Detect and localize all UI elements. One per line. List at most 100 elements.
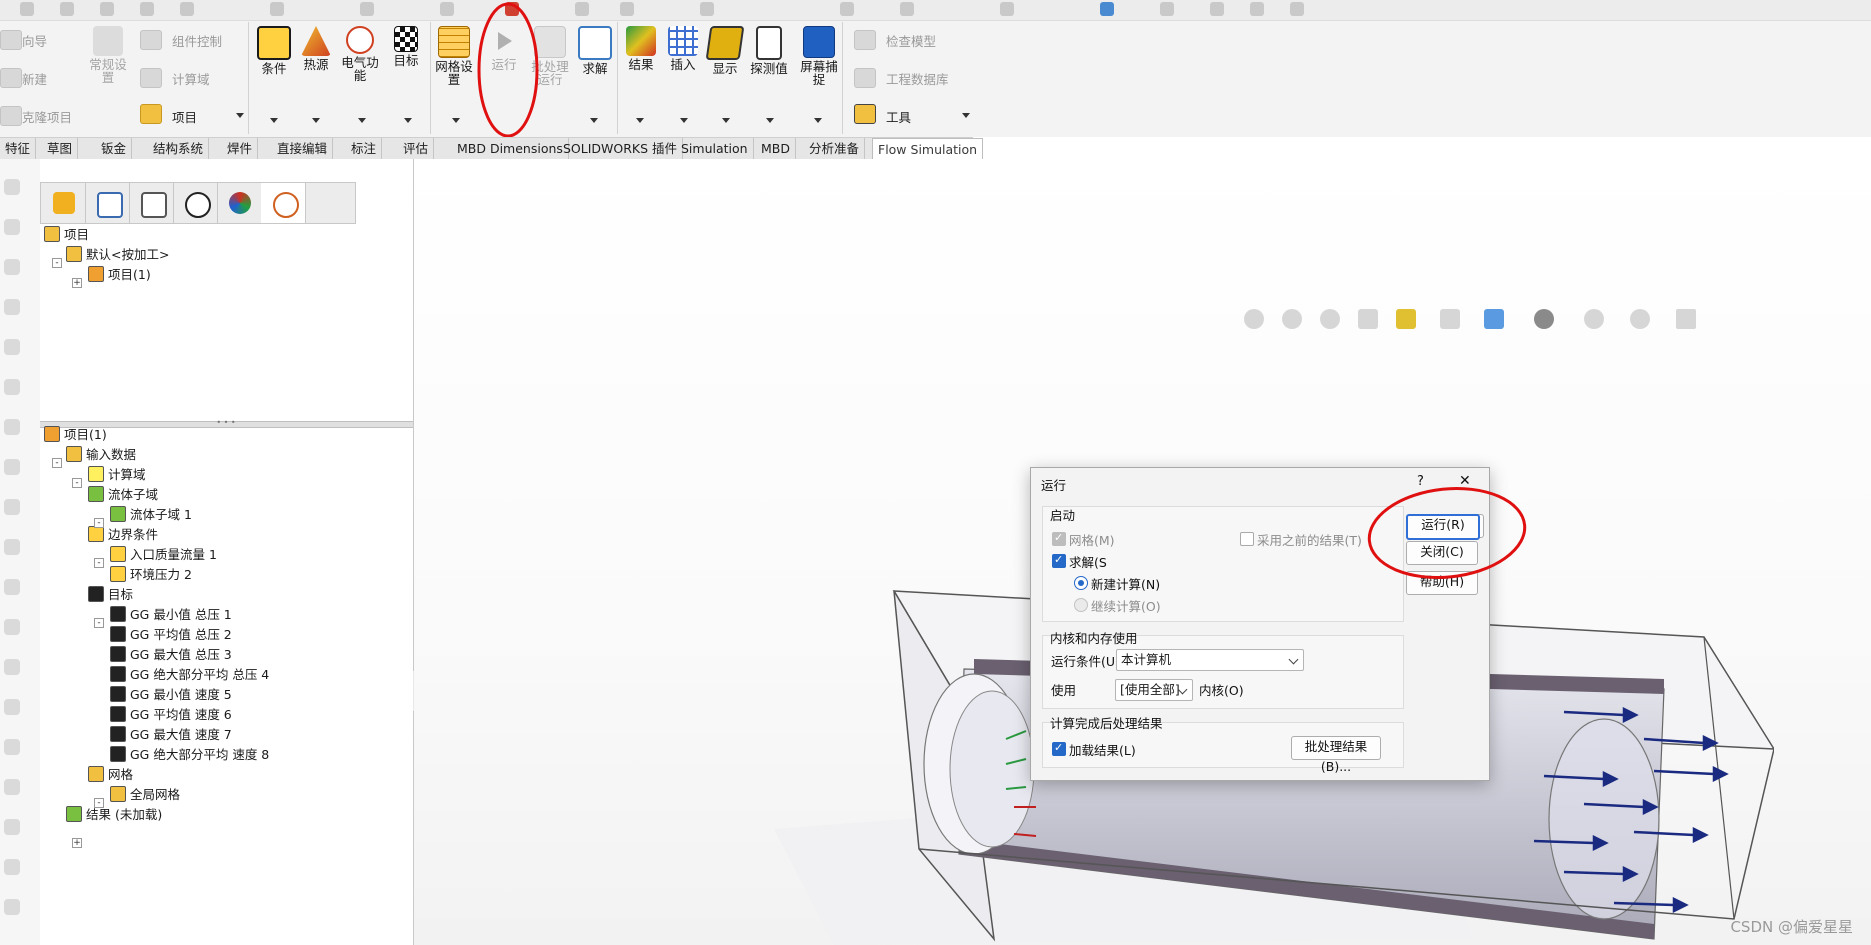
expand-icon[interactable]: + bbox=[72, 838, 82, 848]
screen-capture-button[interactable]: 屏幕捕 捉 bbox=[799, 26, 839, 86]
tool-icon[interactable] bbox=[4, 339, 20, 355]
tab-features[interactable]: 特征 bbox=[0, 138, 37, 160]
chevron-down-icon[interactable] bbox=[358, 118, 366, 123]
tools-button[interactable]: 工具 bbox=[886, 107, 911, 126]
probe-button[interactable]: 探测值 bbox=[749, 26, 789, 75]
collapse-icon[interactable]: - bbox=[52, 458, 62, 468]
dynamic-annotation-icon[interactable] bbox=[1396, 309, 1416, 329]
tree-item[interactable]: 项目 bbox=[44, 226, 89, 244]
load-results-checkbox[interactable] bbox=[1052, 741, 1066, 756]
tool-icon[interactable] bbox=[4, 659, 20, 675]
tree-item[interactable]: 网格 bbox=[88, 766, 133, 784]
tree-item[interactable]: GG 绝大部分平均 速度 8 bbox=[110, 746, 269, 764]
mesh-checkbox[interactable] bbox=[1052, 531, 1066, 546]
use-previous-results-checkbox[interactable] bbox=[1240, 532, 1254, 546]
tool-icon[interactable] bbox=[4, 579, 20, 595]
tree-item[interactable]: 入口质量流量 1 bbox=[110, 546, 217, 564]
conditions-button[interactable]: 条件 bbox=[254, 26, 294, 75]
hide-show-eye-icon[interactable] bbox=[1534, 309, 1554, 329]
tree-item[interactable]: 流体子域 bbox=[88, 486, 158, 504]
tab-flow-simulation[interactable]: Flow Simulation bbox=[872, 138, 984, 161]
zoom-area-icon[interactable] bbox=[1282, 309, 1302, 329]
chevron-down-icon[interactable] bbox=[404, 118, 412, 123]
tree-item[interactable]: 结果 (未加载) bbox=[66, 806, 162, 824]
toolbar-icon[interactable] bbox=[270, 2, 284, 16]
view-settings-monitor-icon[interactable] bbox=[1676, 309, 1696, 329]
new-project-button[interactable]: 新建 bbox=[22, 69, 47, 88]
chevron-down-icon[interactable] bbox=[814, 118, 822, 123]
solve-button[interactable]: 求解 bbox=[575, 26, 615, 75]
chevron-down-icon[interactable] bbox=[722, 118, 730, 123]
tool-icon[interactable] bbox=[4, 299, 20, 315]
tool-icon[interactable] bbox=[4, 779, 20, 795]
tree-item[interactable]: 默认<按加工> bbox=[66, 246, 169, 264]
monitor-icon[interactable] bbox=[1290, 2, 1304, 16]
tool-icon[interactable] bbox=[4, 859, 20, 875]
tab-display-manager[interactable] bbox=[217, 183, 262, 223]
engineering-database-button[interactable]: 工程数据库 bbox=[886, 69, 949, 88]
chevron-down-icon[interactable] bbox=[236, 113, 244, 118]
chevron-down-icon[interactable] bbox=[312, 118, 320, 123]
solve-checkbox[interactable] bbox=[1052, 553, 1066, 568]
collapse-icon[interactable]: - bbox=[94, 618, 104, 628]
chevron-down-icon[interactable] bbox=[636, 118, 644, 123]
tree-item[interactable]: GG 最小值 总压 1 bbox=[110, 606, 232, 624]
chevron-down-icon[interactable] bbox=[962, 113, 970, 118]
scene-icon[interactable] bbox=[1630, 309, 1650, 329]
tab-feature-tree[interactable] bbox=[41, 183, 86, 223]
toolbar-icon[interactable] bbox=[1000, 2, 1014, 16]
toolbar-icon[interactable] bbox=[60, 2, 74, 16]
toolbar-icon[interactable] bbox=[900, 2, 914, 16]
display-button[interactable]: 显示 bbox=[705, 26, 745, 75]
tab-solidworks-addins[interactable]: SOLIDWORKS 插件 bbox=[558, 138, 684, 160]
wizard-button[interactable]: 向导 bbox=[22, 31, 47, 50]
toolbar-icon[interactable] bbox=[620, 2, 634, 16]
new-calculation-radio[interactable] bbox=[1074, 576, 1088, 590]
continue-calculation-radio[interactable] bbox=[1074, 598, 1088, 612]
tab-property-manager[interactable] bbox=[85, 183, 130, 223]
toolbar-icon[interactable] bbox=[360, 2, 374, 16]
zoom-to-fit-icon[interactable] bbox=[1244, 309, 1264, 329]
tool-icon[interactable] bbox=[4, 419, 20, 435]
tree-item[interactable]: 项目(1) bbox=[88, 266, 151, 284]
tool-icon[interactable] bbox=[4, 819, 20, 835]
collapse-icon[interactable]: - bbox=[94, 798, 104, 808]
toolbar-icon[interactable] bbox=[1160, 2, 1174, 16]
tree-item[interactable]: 计算域 bbox=[88, 466, 146, 484]
collapse-icon[interactable]: - bbox=[94, 558, 104, 568]
tab-structure-system[interactable]: 结构系统 bbox=[148, 138, 210, 160]
toolbar-icon[interactable] bbox=[100, 2, 114, 16]
chevron-down-icon[interactable] bbox=[270, 118, 278, 123]
tab-markup[interactable]: 标注 bbox=[346, 138, 383, 160]
tool-icon[interactable] bbox=[4, 259, 20, 275]
chevron-down-icon[interactable] bbox=[590, 118, 598, 123]
tree-item[interactable]: 输入数据 bbox=[66, 446, 136, 464]
project-button[interactable]: 项目 bbox=[172, 107, 197, 126]
tab-sketch[interactable]: 草图 bbox=[42, 138, 79, 160]
display-style-icon[interactable] bbox=[1484, 309, 1504, 329]
heat-source-button[interactable]: 热源 bbox=[296, 26, 336, 71]
view-cube-icon[interactable] bbox=[1100, 2, 1114, 16]
component-control-button[interactable]: 组件控制 bbox=[172, 31, 222, 50]
cores-select[interactable]: [使用全部] bbox=[1115, 679, 1193, 701]
tree-item[interactable]: GG 最小值 速度 5 bbox=[110, 686, 232, 704]
expand-icon[interactable]: + bbox=[72, 278, 82, 288]
appearance-sphere-icon[interactable] bbox=[1584, 309, 1604, 329]
tab-sheet-metal[interactable]: 钣金 bbox=[96, 138, 133, 160]
tool-icon[interactable] bbox=[4, 179, 20, 195]
collapse-icon[interactable]: - bbox=[52, 258, 62, 268]
tab-mbd[interactable]: MBD bbox=[756, 138, 796, 160]
tab-evaluate[interactable]: 评估 bbox=[398, 138, 435, 160]
chevron-down-icon[interactable] bbox=[452, 118, 460, 123]
tree-item[interactable]: 目标 bbox=[88, 586, 133, 604]
collapse-icon[interactable]: - bbox=[94, 518, 104, 528]
chevron-down-icon[interactable] bbox=[680, 118, 688, 123]
tool-icon[interactable] bbox=[4, 699, 20, 715]
tool-icon[interactable] bbox=[4, 739, 20, 755]
computational-domain-button[interactable]: 计算域 bbox=[172, 69, 210, 88]
tab-simulation[interactable]: Simulation bbox=[676, 138, 754, 160]
tab-flow-simulation-tree[interactable] bbox=[261, 183, 306, 223]
toolbar-icon[interactable] bbox=[840, 2, 854, 16]
tool-icon[interactable] bbox=[4, 379, 20, 395]
tool-icon[interactable] bbox=[4, 459, 20, 475]
